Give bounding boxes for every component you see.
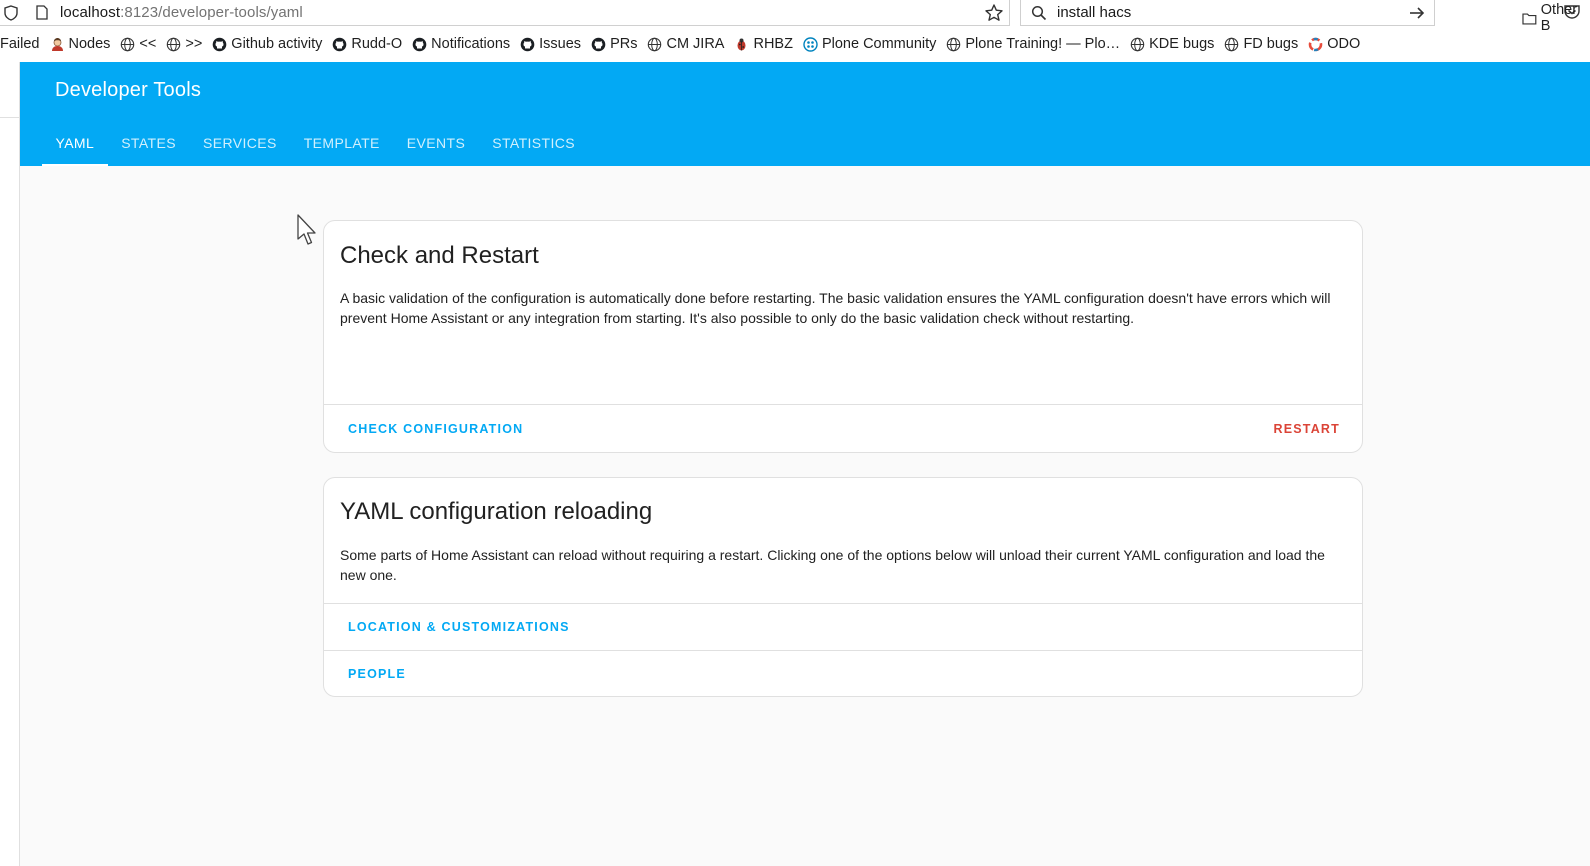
plone-icon xyxy=(803,36,818,52)
star-icon[interactable] xyxy=(984,3,1004,23)
bookmark-failed[interactable]: Failed xyxy=(0,36,40,52)
globe-icon xyxy=(1225,37,1239,51)
github-icon xyxy=(591,37,606,51)
bookmark-odo[interactable]: ODO xyxy=(1308,36,1360,52)
bookmark-label: Plone Training! — Plo… xyxy=(965,36,1121,52)
bookmark-label: Rudd-O xyxy=(351,36,403,52)
card-actions: CHECK CONFIGURATION RESTART xyxy=(324,404,1362,452)
tab-services[interactable]: SERVICES xyxy=(189,120,290,166)
bookmark-[interactable]: << xyxy=(120,36,156,52)
reload-row: PEOPLE xyxy=(324,650,1362,697)
folder-icon xyxy=(1522,12,1537,25)
other-bookmarks[interactable]: Other B xyxy=(1522,0,1590,36)
card-description: Some parts of Home Assistant can reload … xyxy=(340,547,1325,583)
address-bar[interactable]: localhost:8123/developer-tools/yaml xyxy=(0,0,1010,26)
restart-button[interactable]: RESTART xyxy=(1274,405,1341,453)
bookmark-label: << xyxy=(139,36,157,52)
github-icon xyxy=(333,37,347,51)
bookmark-label: ODO xyxy=(1327,36,1361,52)
bookmark-label: FD bugs xyxy=(1243,36,1299,52)
bookmarks-toolbar: Failed Nodes << >> Github activity Rudd-O Noti… xyxy=(0,26,1590,62)
browser-toolbar: localhost:8123/developer-tools/yaml inst… xyxy=(0,0,1590,26)
globe-icon xyxy=(167,37,181,51)
bookmark-label: Failed xyxy=(0,36,40,52)
mouse-cursor-icon xyxy=(297,214,316,245)
bookmark-label: KDE bugs xyxy=(1149,36,1215,52)
bookmark-notifications[interactable]: Notifications xyxy=(412,36,510,52)
github-icon xyxy=(520,37,535,51)
globe-icon xyxy=(121,37,135,51)
yaml-reload-card: YAML configuration reloading Some parts … xyxy=(323,477,1363,697)
bookmark-label: RHBZ xyxy=(753,36,793,52)
arrow-right-icon[interactable] xyxy=(1408,4,1426,22)
bookmark-fd-bugs[interactable]: FD bugs xyxy=(1224,36,1298,52)
globe-icon xyxy=(1130,37,1145,51)
bookmark-rudd-o[interactable]: Rudd-O xyxy=(332,36,402,52)
tab-events[interactable]: EVENTS xyxy=(393,120,478,166)
bookmark-rhbz[interactable]: RHBZ xyxy=(734,36,793,52)
url-path: :8123/developer-tools/yaml xyxy=(120,4,303,21)
tab-template[interactable]: TEMPLATE xyxy=(290,120,393,166)
bookmark-label: CM JIRA xyxy=(666,36,725,52)
other-bookmarks-label: Other B xyxy=(1540,2,1578,34)
tab-states[interactable]: STATES xyxy=(108,120,190,166)
bookmark-plone-training-plo[interactable]: Plone Training! — Plo… xyxy=(946,36,1120,52)
check-configuration-button[interactable]: CHECK CONFIGURATION xyxy=(348,405,523,453)
bookmark-prs[interactable]: PRs xyxy=(591,36,637,52)
tab-bar: YAML STATES SERVICES TEMPLATE EVENTS STA… xyxy=(42,120,589,166)
shield-icon[interactable] xyxy=(4,4,18,21)
sidebar-divider xyxy=(0,117,19,118)
card-title: YAML configuration reloading xyxy=(340,498,653,525)
page-icon xyxy=(36,5,48,20)
bookmark-plone-community[interactable]: Plone Community xyxy=(803,36,936,52)
card-title: Check and Restart xyxy=(340,242,539,269)
reload-people-button[interactable]: PEOPLE xyxy=(348,650,406,698)
globe-icon xyxy=(648,37,662,51)
bookmark-label: Issues xyxy=(539,36,582,52)
bookmark-[interactable]: >> xyxy=(166,36,202,52)
page-title: Developer Tools xyxy=(55,79,202,101)
check-restart-card: Check and Restart A basic validation of … xyxy=(323,220,1363,453)
github-icon xyxy=(412,37,427,51)
bookmark-label: Nodes xyxy=(68,36,111,52)
bookmark-label: Notifications xyxy=(431,36,511,52)
avatar-icon xyxy=(51,37,63,51)
github-icon xyxy=(212,37,227,51)
bookmark-issues[interactable]: Issues xyxy=(520,36,581,52)
app-header: Developer Tools YAML STATES SERVICES TEM… xyxy=(20,62,1590,166)
bookmark-cm-jira[interactable]: CM JIRA xyxy=(647,36,724,52)
bookmark-label: Github activity xyxy=(231,36,323,52)
url-text[interactable]: localhost:8123/developer-tools/yaml xyxy=(60,4,303,21)
search-bar[interactable]: install hacs xyxy=(1020,0,1435,26)
globe-icon xyxy=(947,37,961,51)
card-description: A basic validation of the configuration … xyxy=(340,290,1331,326)
bookmark-label: >> xyxy=(185,36,203,52)
bookmark-label: PRs xyxy=(610,36,638,52)
reload-location-customizations-button[interactable]: LOCATION & CUSTOMIZATIONS xyxy=(348,603,570,651)
tab-statistics[interactable]: STATISTICS xyxy=(479,120,589,166)
reload-row: LOCATION & CUSTOMIZATIONS xyxy=(324,603,1362,650)
bookmark-nodes[interactable]: Nodes xyxy=(50,36,111,52)
bookmark-label: Plone Community xyxy=(821,36,937,52)
bug-icon xyxy=(737,38,746,50)
url-host: localhost xyxy=(60,4,121,21)
search-icon xyxy=(1031,5,1047,20)
tab-yaml[interactable]: YAML xyxy=(42,120,108,166)
bookmark-github-activity[interactable]: Github activity xyxy=(212,36,322,52)
odo-icon xyxy=(1308,37,1323,51)
sidebar xyxy=(0,62,20,866)
search-input[interactable]: install hacs xyxy=(1057,4,1131,21)
bookmark-kde-bugs[interactable]: KDE bugs xyxy=(1130,36,1214,52)
